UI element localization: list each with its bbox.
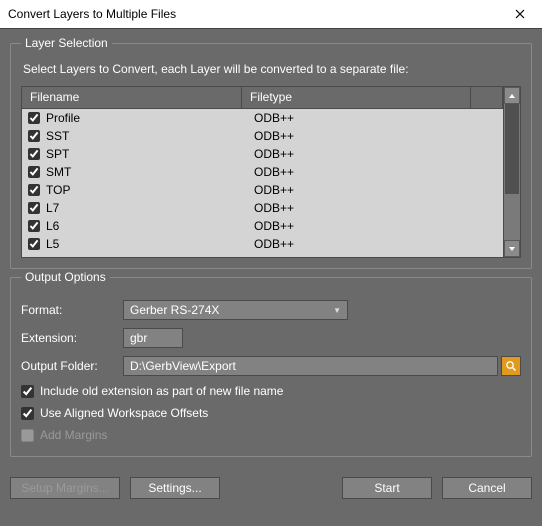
row-filetype: ODB++ [254, 201, 497, 215]
row-filename: SMT [46, 165, 254, 179]
cancel-button[interactable]: Cancel [442, 477, 532, 499]
table-row[interactable]: L7ODB++ [22, 199, 503, 217]
output-folder-input[interactable]: D:\GerbView\Export [123, 356, 498, 376]
setup-margins-button: Setup Margins... [10, 477, 120, 499]
format-value: Gerber RS-274X [130, 303, 219, 317]
layer-selection-instruction: Select Layers to Convert, each Layer wil… [23, 62, 521, 76]
table-row[interactable]: SMTODB++ [22, 163, 503, 181]
table-row[interactable]: SSTODB++ [22, 127, 503, 145]
row-filetype: ODB++ [254, 111, 497, 125]
row-filename: L5 [46, 237, 254, 251]
row-filename: L7 [46, 201, 254, 215]
table-row[interactable]: TOPODB++ [22, 181, 503, 199]
format-label: Format: [21, 303, 123, 317]
row-filetype: ODB++ [254, 129, 497, 143]
row-filetype: ODB++ [254, 147, 497, 161]
row-filename: SST [46, 129, 254, 143]
close-icon [515, 9, 525, 19]
row-filename: TOP [46, 183, 254, 197]
layer-selection-legend: Layer Selection [21, 36, 112, 50]
table-row[interactable]: L5ODB++ [22, 235, 503, 253]
row-checkbox[interactable] [28, 166, 40, 178]
layers-table: Filename Filetype ProfileODB++SSTODB++SP… [21, 86, 521, 258]
row-filename: SPT [46, 147, 254, 161]
layer-selection-group: Layer Selection Select Layers to Convert… [10, 43, 532, 269]
row-filetype: ODB++ [254, 237, 497, 251]
chevron-down-icon [508, 245, 516, 253]
table-header: Filename Filetype [22, 87, 503, 109]
row-filetype: ODB++ [254, 183, 497, 197]
format-select[interactable]: Gerber RS-274X ▼ [123, 300, 348, 320]
start-button[interactable]: Start [342, 477, 432, 499]
row-checkbox[interactable] [28, 202, 40, 214]
table-row[interactable]: SPTODB++ [22, 145, 503, 163]
search-icon [505, 360, 517, 372]
row-filetype: ODB++ [254, 165, 497, 179]
row-checkbox[interactable] [28, 130, 40, 142]
scroll-thumb[interactable] [505, 104, 519, 194]
row-checkbox[interactable] [28, 220, 40, 232]
table-row[interactable]: ProfileODB++ [22, 109, 503, 127]
add-margins-checkbox: Add Margins [21, 428, 521, 442]
dropdown-icon: ▼ [333, 306, 341, 315]
chevron-up-icon [508, 92, 516, 100]
row-checkbox[interactable] [28, 148, 40, 160]
row-filename: Profile [46, 111, 254, 125]
table-row[interactable]: L6ODB++ [22, 217, 503, 235]
window-title: Convert Layers to Multiple Files [8, 7, 498, 21]
output-options-group: Output Options Format: Gerber RS-274X ▼ … [10, 277, 532, 457]
row-filetype: ODB++ [254, 219, 497, 233]
scroll-track[interactable] [504, 104, 520, 240]
scroll-up-button[interactable] [504, 87, 520, 104]
button-bar: Setup Margins... Settings... Start Cance… [0, 467, 542, 499]
row-checkbox[interactable] [28, 112, 40, 124]
browse-button[interactable] [501, 356, 521, 376]
include-old-extension-checkbox[interactable]: Include old extension as part of new fil… [21, 384, 521, 398]
col-spacer [471, 87, 503, 108]
extension-input[interactable]: gbr [123, 328, 183, 348]
scroll-down-button[interactable] [504, 240, 520, 257]
output-options-legend: Output Options [21, 270, 110, 284]
col-filename[interactable]: Filename [22, 87, 242, 108]
titlebar: Convert Layers to Multiple Files [0, 0, 542, 29]
output-folder-label: Output Folder: [21, 359, 123, 373]
table-scrollbar[interactable] [503, 87, 520, 257]
row-checkbox[interactable] [28, 238, 40, 250]
close-button[interactable] [498, 0, 542, 29]
row-checkbox[interactable] [28, 184, 40, 196]
row-filename: L6 [46, 219, 254, 233]
aligned-offsets-checkbox[interactable]: Use Aligned Workspace Offsets [21, 406, 521, 420]
extension-label: Extension: [21, 331, 123, 345]
settings-button[interactable]: Settings... [130, 477, 220, 499]
col-filetype[interactable]: Filetype [242, 87, 471, 108]
